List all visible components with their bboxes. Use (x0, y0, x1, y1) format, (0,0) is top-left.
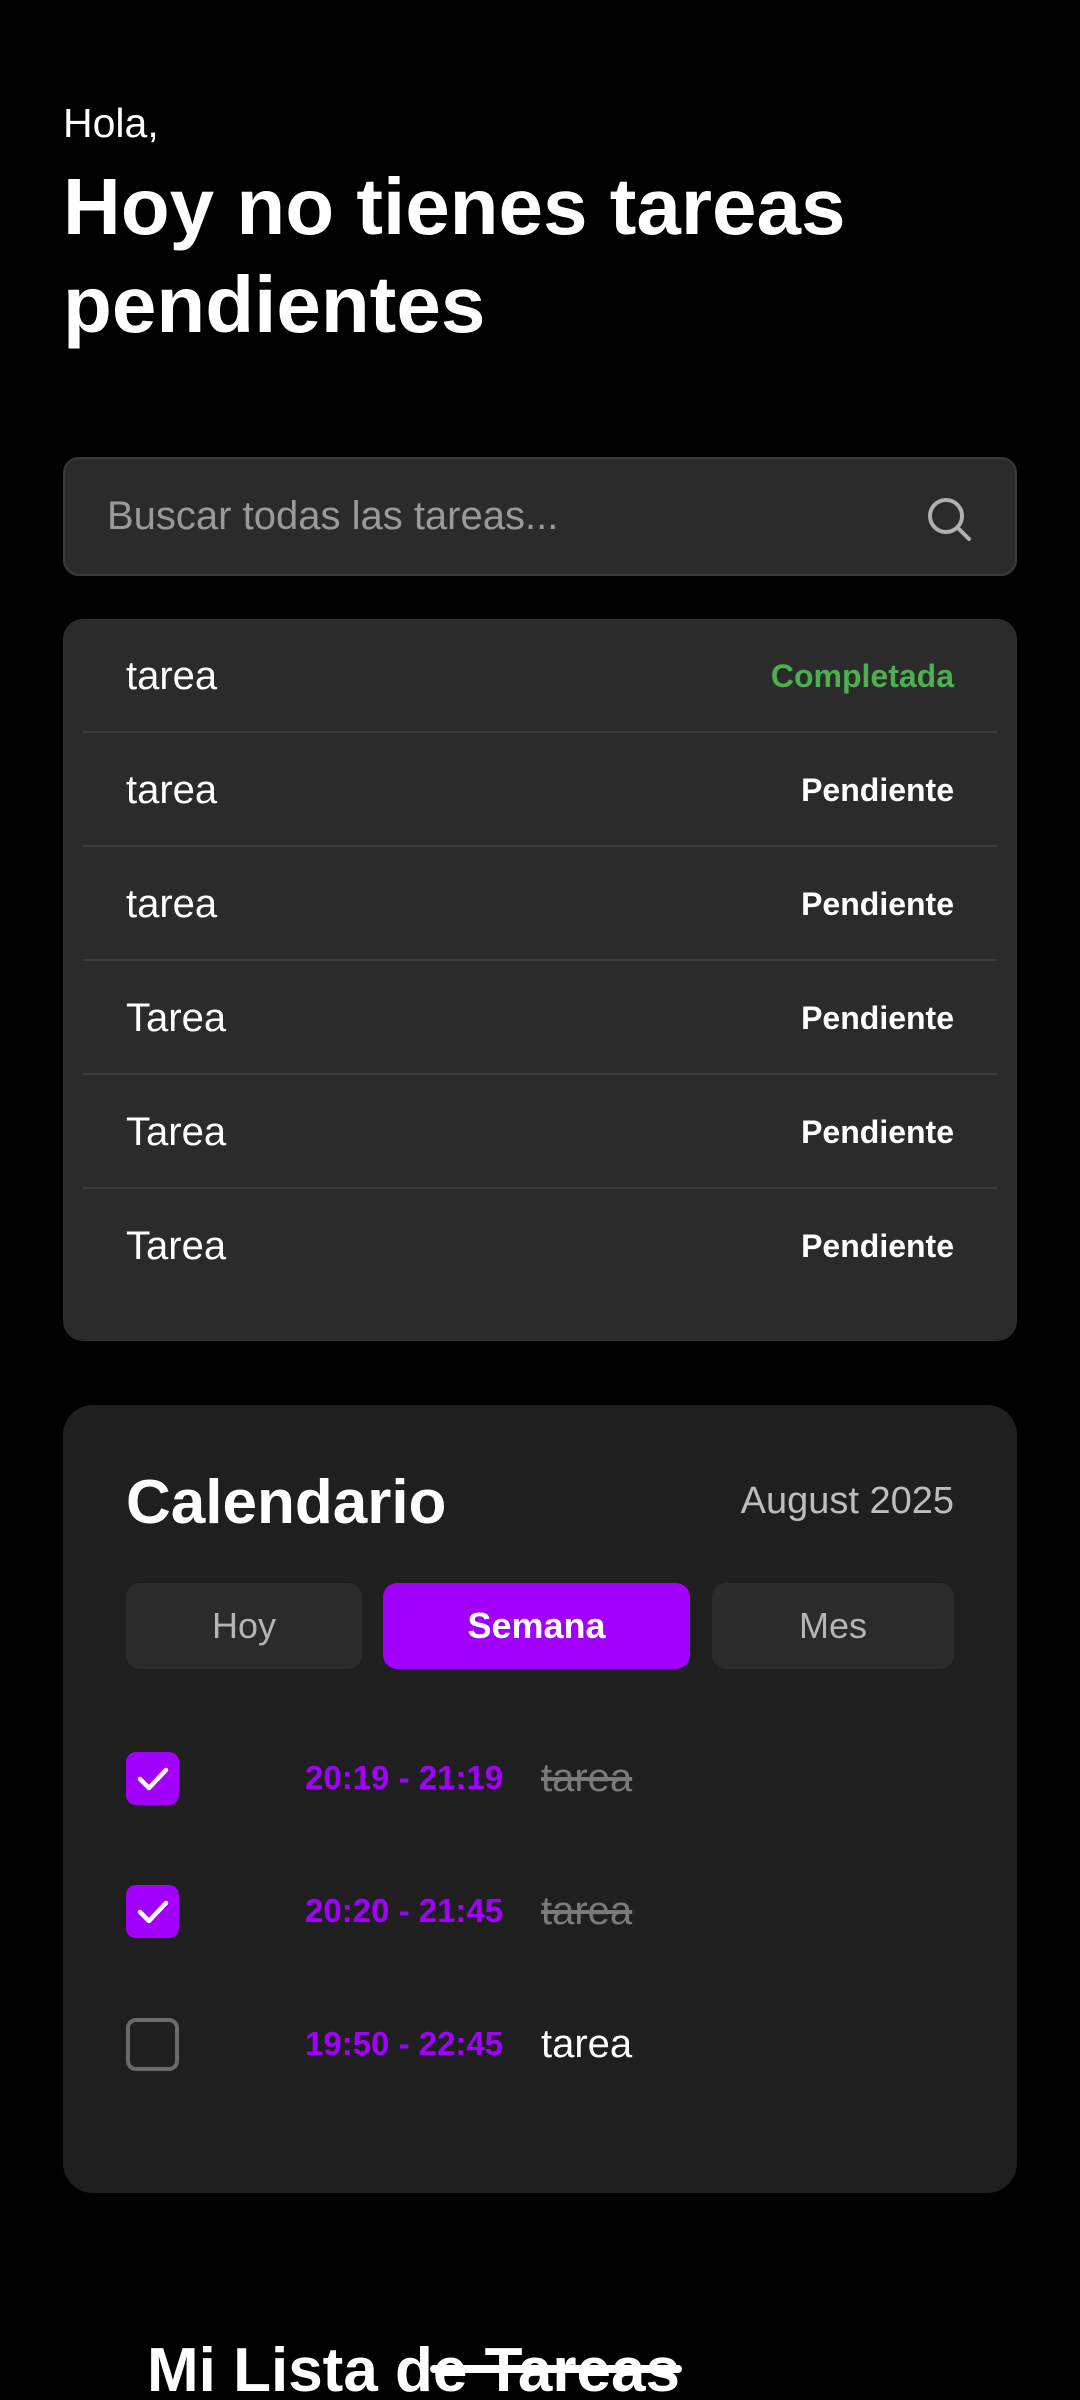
task-row[interactable]: Tarea Pendiente (83, 1075, 997, 1189)
task-row[interactable]: Tarea Pendiente (83, 1189, 997, 1303)
task-name: tarea (126, 654, 218, 698)
event-name: tarea (541, 1756, 633, 1800)
task-row[interactable]: tarea Completada (83, 619, 997, 733)
task-status-badge: Pendiente (801, 1000, 954, 1036)
calendar-card: Calendario August 2025 Hoy Semana Mes 20… (63, 1405, 1017, 2193)
task-status-badge: Pendiente (801, 772, 954, 808)
event-time: 20:20 - 21:45 (305, 1892, 504, 1929)
task-name: Tarea (126, 1224, 227, 1268)
check-icon (137, 1767, 169, 1791)
task-name: Tarea (126, 1110, 227, 1154)
check-icon (137, 1900, 169, 1924)
task-status-badge: Pendiente (801, 1114, 954, 1150)
search-input[interactable] (107, 459, 907, 574)
page-title: Hoy no tienes tareas pendientes (63, 162, 846, 349)
task-row[interactable]: Tarea Pendiente (83, 961, 997, 1075)
event-checkbox[interactable] (126, 1752, 179, 1805)
tab-mes[interactable]: Mes (712, 1583, 954, 1669)
calendar-event[interactable]: 19:50 - 22:45 tarea (126, 2014, 954, 2074)
task-name: Tarea (126, 996, 227, 1040)
task-row[interactable]: tarea Pendiente (83, 847, 997, 961)
tab-hoy[interactable]: Hoy (126, 1583, 362, 1669)
calendar-event[interactable]: 20:20 - 21:45 tarea (126, 1881, 954, 1941)
event-checkbox[interactable] (126, 1885, 179, 1938)
calendar-event[interactable]: 20:19 - 21:19 tarea (126, 1748, 954, 1808)
tab-semana[interactable]: Semana (383, 1583, 690, 1669)
task-status-badge: Pendiente (801, 886, 954, 922)
event-name: tarea (541, 2022, 633, 2066)
event-time: 19:50 - 22:45 (305, 2025, 504, 2062)
task-name: tarea (126, 882, 218, 926)
search-bar[interactable] (63, 457, 1017, 576)
calendar-month: August 2025 (740, 1480, 954, 1522)
event-checkbox[interactable] (126, 2018, 179, 2071)
event-name: tarea (541, 1889, 633, 1933)
task-status-badge: Completada (770, 658, 954, 694)
strike-line (430, 2365, 682, 2373)
task-row[interactable]: tarea Pendiente (83, 733, 997, 847)
search-icon[interactable] (925, 495, 973, 543)
event-time: 20:19 - 21:19 (305, 1759, 504, 1796)
task-name: tarea (126, 768, 218, 812)
greeting: Hola, (63, 100, 159, 146)
task-status-badge: Pendiente (801, 1228, 954, 1264)
task-list: tarea Completada tarea Pendiente tarea P… (63, 619, 1017, 1341)
calendar-title: Calendario (126, 1468, 447, 1537)
